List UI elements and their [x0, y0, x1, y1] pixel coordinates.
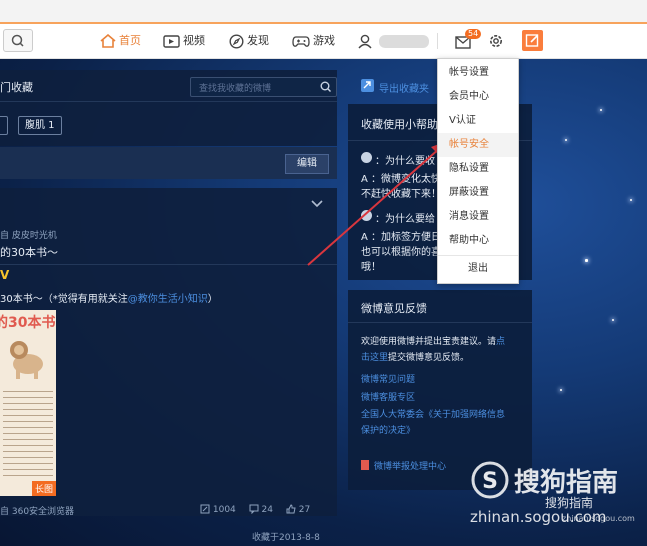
feedback-link-2[interactable]: 击这里 [361, 353, 388, 363]
favorites-title: 门收藏 [0, 81, 33, 94]
settings-button[interactable] [487, 32, 505, 50]
menu-message-settings[interactable]: 消息设置 [438, 205, 518, 229]
nav-discover-label: 发现 [247, 34, 269, 47]
feedback-text-1: 欢迎使用微博并提出宝贵建议。请 [361, 337, 497, 347]
home-icon [100, 34, 116, 48]
feedback-title: 微博意见反馈 [361, 302, 427, 315]
nav-profile[interactable] [358, 33, 429, 49]
long-image-badge: 长图 [31, 481, 56, 496]
svg-text:S: S [482, 469, 498, 494]
menu-privacy-settings[interactable]: 隐私设置 [438, 157, 518, 181]
repost-text-b: *觉得有用就关注 [52, 294, 128, 305]
search-placeholder: 查找我收藏的微博 [199, 84, 272, 94]
nav-game-label: 游戏 [313, 34, 335, 47]
video-icon [163, 34, 180, 48]
repost-text: 30本书～（*觉得有用就关注@教你生活小知识） [0, 290, 218, 305]
feedback-text-2: 提交微博意见反馈。 [388, 353, 470, 363]
favorites-main-panel: 门收藏 查找我收藏的微博 腹肌 1 编辑 自 皮皮时光机 的30本书～ V 30… [0, 70, 337, 546]
annotation-arrow [307, 140, 450, 266]
comment-icon [249, 504, 259, 515]
menu-v-verification[interactable]: V认证 [438, 109, 518, 133]
export-icon [361, 79, 374, 92]
feedback-text: 欢迎使用微博并提出宝贵建议。请点击这里提交微博意见反馈。 [361, 334, 529, 366]
comment-count: 24 [261, 504, 273, 515]
gear-icon [490, 35, 502, 47]
thumbs-up-icon [286, 504, 296, 514]
nav-game[interactable]: 游戏 [292, 33, 335, 49]
compose-button[interactable] [522, 30, 543, 51]
nav-home[interactable]: 首页 [100, 33, 141, 49]
menu-help-center[interactable]: 帮助中心 [438, 229, 518, 253]
repost-text-c: ） [207, 294, 218, 305]
top-nav-bar: 首页 视频 发现 游戏 54 [0, 24, 647, 59]
comment-action[interactable]: 24 [249, 504, 273, 515]
browser-top-strip [0, 0, 647, 24]
repost-count: 1004 [212, 504, 236, 515]
tag-chip-active[interactable] [0, 116, 8, 135]
mention-link[interactable]: @教你生活小知识 [128, 294, 208, 305]
repost-icon [200, 504, 210, 514]
report-center-link[interactable]: 微博举报处理中心 [374, 459, 446, 472]
faq-link[interactable]: 微博常见问题 [361, 372, 415, 385]
message-button[interactable]: 54 [455, 29, 482, 50]
repost-text-a: 30本书～（ [0, 294, 53, 305]
post-divider [0, 264, 337, 265]
lion-illustration [10, 341, 43, 379]
verified-v-icon: V [0, 268, 10, 282]
pencil-icon [525, 34, 539, 47]
post-actions: 1004 24 27 [200, 504, 310, 515]
tag-chip-fuji[interactable]: 腹肌 1 [18, 116, 62, 135]
watermark-url-small: zhinan.sogou.com [562, 514, 635, 523]
repost-action[interactable]: 1004 [200, 504, 236, 515]
edit-bar: 编辑 [0, 147, 337, 179]
search-icon [320, 81, 331, 92]
service-link[interactable]: 微博客服专区 [361, 390, 415, 403]
tag-filter-row: 腹肌 1 [0, 102, 337, 146]
menu-block-settings[interactable]: 屏蔽设置 [438, 181, 518, 205]
settings-dropdown-menu: 帐号设置 会员中心 V认证 帐号安全 隐私设置 屏蔽设置 消息设置 帮助中心 退… [437, 58, 519, 284]
nav-video[interactable]: 视频 [163, 33, 205, 49]
compass-icon [229, 33, 244, 49]
report-icon [361, 460, 369, 470]
nav-divider [437, 33, 438, 49]
long-image-thumbnail[interactable]: 的30本书 长图 [0, 310, 56, 496]
menu-logout[interactable]: 退出 [438, 257, 518, 281]
sogou-logo-icon: S [471, 461, 509, 499]
saved-date: 收藏于2013-8-8 [252, 533, 320, 543]
feedback-divider [348, 322, 532, 323]
sogou-watermark: S 搜狗指南 搜狗指南 zhinan.sogou.com zhinan.sogo… [470, 458, 645, 544]
menu-account-security[interactable]: 帐号安全 [438, 133, 518, 157]
search-button[interactable] [3, 29, 33, 52]
message-count-badge: 54 [465, 29, 482, 39]
browser-source: 自 360安全浏览器 [0, 507, 75, 517]
like-action[interactable]: 27 [286, 504, 311, 515]
post-title: 的30本书～ [0, 246, 58, 259]
image-caption: 的30本书 [0, 315, 56, 331]
post-source: 自 皮皮时光机 [0, 231, 57, 241]
favorite-post-card: 自 皮皮时光机 的30本书～ V 30本书～（*觉得有用就关注@教你生活小知识）… [0, 188, 337, 517]
gamepad-icon [292, 35, 310, 47]
search-icon [11, 34, 24, 47]
feedback-link-1[interactable]: 点 [496, 337, 505, 347]
nav-home-label: 首页 [119, 34, 141, 47]
image-text-lines [3, 386, 53, 476]
favorites-search-input[interactable]: 查找我收藏的微博 [190, 77, 337, 97]
username-blurred [378, 34, 429, 48]
favorites-header: 门收藏 查找我收藏的微博 [0, 70, 337, 102]
export-label: 导出收藏夹 [379, 84, 429, 95]
npc-link[interactable]: 全国人大常委会《关于加强网络信息 [361, 407, 505, 420]
menu-divider [438, 255, 518, 256]
user-icon [358, 34, 372, 48]
menu-account-settings[interactable]: 帐号设置 [438, 61, 518, 85]
nav-video-label: 视频 [183, 34, 205, 47]
npc-link-2[interactable]: 保护的决定》 [361, 423, 415, 436]
like-count: 27 [298, 504, 311, 515]
menu-vip-center[interactable]: 会员中心 [438, 85, 518, 109]
nav-discover[interactable]: 发现 [229, 33, 269, 49]
